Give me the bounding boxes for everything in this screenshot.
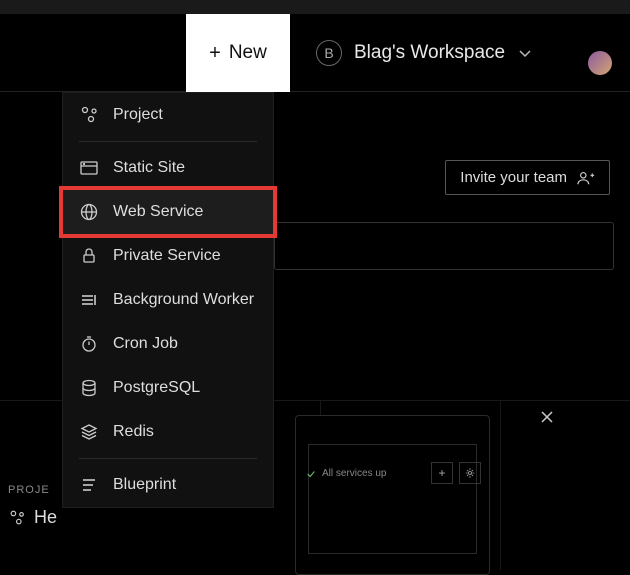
- menu-item-label: Web Service: [113, 203, 203, 221]
- window-titlebar: [0, 0, 630, 14]
- menu-item-postgresql[interactable]: PostgreSQL: [63, 366, 273, 410]
- menu-item-web-service[interactable]: Web Service: [63, 190, 273, 234]
- menu-item-cron-job[interactable]: Cron Job: [63, 322, 273, 366]
- new-button-label: New: [229, 42, 267, 64]
- close-icon: [540, 410, 554, 424]
- menu-item-label: Redis: [113, 423, 154, 441]
- menu-divider: [79, 458, 257, 459]
- check-icon: [306, 469, 316, 479]
- user-plus-icon: [577, 170, 595, 186]
- new-button[interactable]: + New: [186, 14, 290, 92]
- menu-item-label: Private Service: [113, 247, 221, 265]
- plus-icon: +: [209, 43, 221, 63]
- status-text: All services up: [322, 468, 386, 479]
- list-icon: [79, 475, 99, 495]
- user-avatar[interactable]: [588, 51, 612, 75]
- menu-item-label: Project: [113, 106, 163, 124]
- menu-item-blueprint[interactable]: Blueprint: [63, 463, 273, 507]
- stopwatch-icon: [79, 334, 99, 354]
- menu-item-label: Static Site: [113, 159, 185, 177]
- lock-icon: [79, 246, 99, 266]
- add-service-button[interactable]: +: [431, 462, 453, 484]
- menu-item-static-site[interactable]: Static Site: [63, 146, 273, 190]
- project-row[interactable]: He: [8, 507, 57, 528]
- layers-icon: [79, 422, 99, 442]
- workspace-switcher[interactable]: B Blag's Workspace: [300, 14, 549, 92]
- workspace-name: Blag's Workspace: [354, 42, 505, 64]
- menu-item-private-service[interactable]: Private Service: [63, 234, 273, 278]
- browser-icon: [79, 158, 99, 178]
- settings-button[interactable]: [459, 462, 481, 484]
- menu-item-label: Cron Job: [113, 335, 178, 353]
- service-panel-inner: [308, 444, 477, 554]
- menu-item-label: PostgreSQL: [113, 379, 200, 397]
- menu-item-label: Blueprint: [113, 476, 176, 494]
- gear-icon: [464, 467, 476, 479]
- database-icon: [79, 378, 99, 398]
- service-panel[interactable]: All services up +: [295, 415, 490, 575]
- close-button[interactable]: [540, 410, 554, 424]
- menu-item-background-worker[interactable]: Background Worker: [63, 278, 273, 322]
- menu-item-project[interactable]: Project: [63, 93, 273, 137]
- queue-icon: [79, 290, 99, 310]
- new-dropdown-menu: Project Static Site Web Service Private …: [62, 92, 274, 508]
- projects-section-label: PROJE: [8, 484, 50, 496]
- invite-team-button[interactable]: Invite your team: [445, 160, 610, 195]
- globe-icon: [79, 202, 99, 222]
- menu-item-redis[interactable]: Redis: [63, 410, 273, 454]
- highlight-box: Web Service: [59, 186, 277, 238]
- project-name: He: [34, 507, 57, 528]
- project-icon: [8, 509, 26, 527]
- chevron-down-icon: [517, 45, 533, 61]
- panel-actions: +: [431, 462, 481, 484]
- workspace-avatar: B: [316, 40, 342, 66]
- search-input[interactable]: [274, 222, 614, 270]
- project-icon: [79, 105, 99, 125]
- menu-divider: [79, 141, 257, 142]
- menu-item-label: Background Worker: [113, 291, 254, 309]
- invite-label: Invite your team: [460, 169, 567, 186]
- service-status: All services up: [306, 468, 386, 479]
- header: + New B Blag's Workspace: [0, 14, 630, 92]
